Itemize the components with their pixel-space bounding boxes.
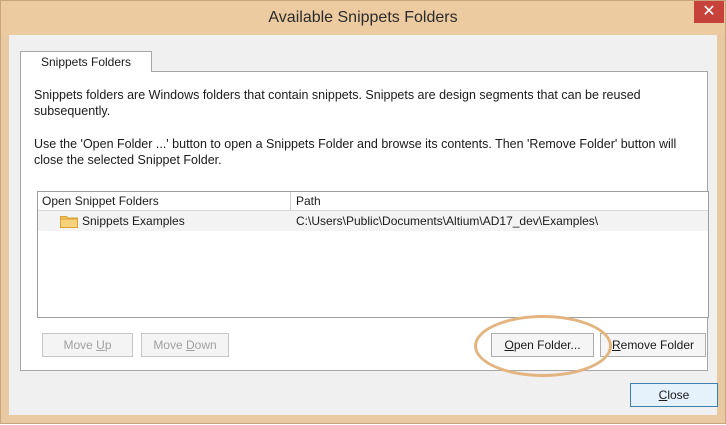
- folder-name: Snippets Examples: [82, 214, 185, 228]
- column-header-open-snippet-folders[interactable]: Open Snippet Folders: [42, 194, 159, 208]
- open-folder-button[interactable]: Open Folder...: [491, 333, 594, 357]
- description-paragraph-2: Use the 'Open Folder ...' button to open…: [34, 137, 677, 167]
- window-title: Available Snippets Folders: [268, 9, 458, 26]
- list-item[interactable]: Snippets Examples C:\Users\Public\Docume…: [38, 211, 708, 231]
- column-header-path[interactable]: Path: [296, 194, 321, 208]
- move-up-button[interactable]: Move Up: [42, 333, 133, 357]
- tab-snippets-folders[interactable]: Snippets Folders: [20, 51, 152, 72]
- column-separator[interactable]: [290, 192, 291, 210]
- folder-path: C:\Users\Public\Documents\Altium\AD17_de…: [296, 214, 599, 228]
- close-window-button[interactable]: ✕: [694, 1, 724, 23]
- close-icon: ✕: [702, 3, 716, 20]
- list-header: Open Snippet Folders Path: [38, 192, 708, 211]
- close-button[interactable]: Close: [630, 383, 718, 407]
- move-down-button[interactable]: Move Down: [141, 333, 229, 357]
- description-paragraph-1: Snippets folders are Windows folders tha…: [34, 88, 641, 118]
- title-bar[interactable]: Available Snippets Folders ✕: [1, 1, 725, 35]
- remove-folder-button[interactable]: Remove Folder: [600, 333, 706, 357]
- snippet-folders-list[interactable]: Open Snippet Folders Path Snippets Examp…: [37, 191, 709, 318]
- folder-icon: [60, 216, 78, 228]
